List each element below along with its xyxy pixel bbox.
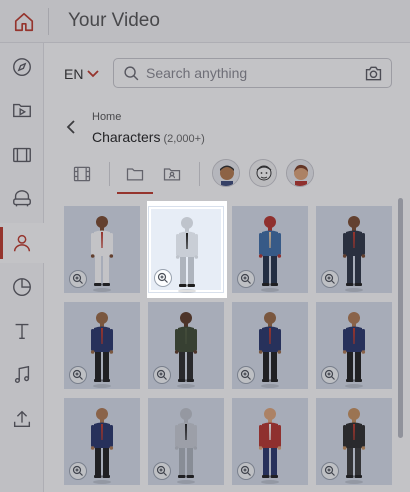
- character-card[interactable]: [64, 398, 140, 485]
- section-title-text: Characters: [92, 129, 161, 145]
- zoom-in-icon: [324, 369, 335, 380]
- zoom-in-icon: [72, 369, 83, 380]
- compass-icon: [13, 58, 31, 76]
- sidebar-item-music[interactable]: [0, 355, 44, 395]
- filter-tabs: [44, 156, 410, 194]
- film-strip-icon: [73, 166, 91, 182]
- avatar-tab-1[interactable]: [212, 159, 240, 187]
- tab-scenes[interactable]: [64, 156, 100, 192]
- upload-icon: [13, 410, 31, 428]
- zoom-in-icon: [72, 273, 83, 284]
- folder-icon: [126, 168, 144, 181]
- zoom-in-icon: [324, 465, 335, 476]
- back-arrow-icon[interactable]: [66, 120, 76, 134]
- zoom-in-icon: [240, 465, 251, 476]
- zoom-in-icon: [72, 465, 83, 476]
- zoom-in-icon: [324, 273, 335, 284]
- character-card[interactable]: [316, 206, 392, 293]
- character-card[interactable]: [232, 302, 308, 389]
- zoom-in-icon: [157, 272, 168, 283]
- tab-divider: [199, 162, 200, 186]
- sidebar-item-text[interactable]: [0, 311, 44, 351]
- item-count: (2,000+): [163, 133, 205, 145]
- camera-icon[interactable]: [364, 65, 383, 82]
- zoom-in-icon: [240, 273, 251, 284]
- character-card[interactable]: [232, 398, 308, 485]
- zoom-in-icon: [156, 369, 167, 380]
- zoom-button[interactable]: [153, 366, 171, 384]
- media-folder-icon: [13, 103, 31, 118]
- tab-character-folder[interactable]: [154, 156, 190, 192]
- tab-folder[interactable]: [117, 156, 153, 194]
- character-card[interactable]: [64, 206, 140, 293]
- character-card[interactable]: [232, 206, 308, 293]
- zoom-button[interactable]: [237, 366, 255, 384]
- avatar-icon: [287, 160, 313, 186]
- character-card[interactable]: [148, 398, 224, 485]
- tab-divider: [109, 162, 110, 186]
- character-card[interactable]: [316, 302, 392, 389]
- sidebar-item-media[interactable]: [0, 90, 44, 130]
- zoom-button[interactable]: [153, 462, 171, 480]
- zoom-in-icon: [156, 465, 167, 476]
- character-icon: [13, 234, 31, 252]
- search-icon: [124, 66, 139, 81]
- zoom-button[interactable]: [321, 366, 339, 384]
- search-input[interactable]: [146, 62, 356, 84]
- character-card[interactable]: [64, 302, 140, 389]
- character-grid: [44, 196, 410, 492]
- sidebar: [0, 43, 44, 492]
- top-bar: Your Video: [0, 0, 410, 43]
- zoom-button[interactable]: [321, 462, 339, 480]
- avatar-icon: [213, 160, 239, 186]
- sidebar-item-characters[interactable]: [0, 223, 44, 263]
- avatar-tab-3[interactable]: [286, 159, 314, 187]
- zoom-button[interactable]: [237, 462, 255, 480]
- sidebar-item-props[interactable]: [0, 179, 44, 219]
- avatar-icon: [250, 160, 276, 186]
- home-icon: [14, 12, 34, 31]
- music-icon: [14, 365, 30, 384]
- character-card[interactable]: [148, 302, 224, 389]
- page-title: Your Video: [68, 10, 160, 31]
- header-divider: [48, 8, 49, 35]
- language-select[interactable]: EN: [64, 66, 100, 82]
- character-card[interactable]: [148, 206, 224, 293]
- zoom-button[interactable]: [321, 270, 339, 288]
- zoom-in-icon: [240, 369, 251, 380]
- character-folder-icon: [163, 168, 181, 181]
- zoom-button[interactable]: [237, 270, 255, 288]
- zoom-button[interactable]: [69, 270, 87, 288]
- grid-scrollbar[interactable]: [398, 198, 403, 438]
- text-icon: [15, 323, 29, 340]
- sidebar-item-charts[interactable]: [0, 267, 44, 307]
- chart-icon: [13, 278, 31, 296]
- search-box: [113, 58, 392, 88]
- home-button[interactable]: [0, 0, 48, 43]
- breadcrumb[interactable]: Home: [92, 111, 121, 123]
- sidebar-item-explore[interactable]: [0, 47, 44, 87]
- sidebar-item-upload[interactable]: [0, 399, 44, 439]
- zoom-button[interactable]: [154, 269, 172, 287]
- zoom-button[interactable]: [69, 366, 87, 384]
- props-icon: [13, 190, 31, 207]
- language-label: EN: [64, 66, 84, 82]
- avatar-tab-2[interactable]: [249, 159, 277, 187]
- section-title: Characters (2,000+): [92, 129, 205, 145]
- character-card[interactable]: [316, 398, 392, 485]
- film-icon: [13, 147, 31, 163]
- zoom-button[interactable]: [69, 462, 87, 480]
- chevron-down-icon: [87, 70, 100, 78]
- sidebar-item-scenes[interactable]: [0, 135, 44, 175]
